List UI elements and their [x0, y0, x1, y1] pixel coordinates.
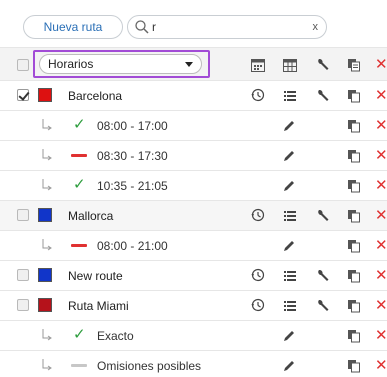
history-icon[interactable]: [251, 208, 265, 222]
route-row[interactable]: Mallorca ✕: [0, 200, 387, 230]
wrench-icon[interactable]: [316, 269, 330, 283]
search-input[interactable]: [152, 19, 302, 35]
delete-icon[interactable]: ✕: [375, 118, 387, 133]
chevron-down-icon: [185, 62, 193, 67]
copy-icon[interactable]: [347, 149, 361, 163]
search-box[interactable]: x: [127, 15, 327, 39]
pencil-icon[interactable]: [282, 359, 296, 373]
pencil-icon[interactable]: [282, 239, 296, 253]
schedule-row[interactable]: 08:30 - 17:30 ✕: [0, 140, 387, 170]
pencil-icon[interactable]: [282, 329, 296, 343]
copy-icon[interactable]: [347, 359, 361, 373]
wrench-icon[interactable]: [316, 299, 330, 313]
copy-icon[interactable]: [347, 179, 361, 193]
schedule-row[interactable]: 08:00 - 21:00 ✕: [0, 230, 387, 260]
calendar-icon[interactable]: [251, 58, 265, 72]
delete-icon[interactable]: ✕: [375, 208, 387, 223]
sub-item-arrow-icon: [42, 239, 52, 251]
new-route-button[interactable]: Nueva ruta: [23, 15, 123, 39]
copy-icon[interactable]: [347, 269, 361, 283]
schedule-row[interactable]: ✓ 08:00 - 17:00 ✕: [0, 110, 387, 140]
status-neutral-icon: [71, 364, 87, 367]
delete-icon[interactable]: ✕: [375, 268, 387, 283]
route-color-swatch[interactable]: [38, 298, 52, 312]
copy-icon[interactable]: [347, 119, 361, 133]
delete-icon[interactable]: ✕: [375, 238, 387, 253]
pencil-icon[interactable]: [282, 149, 296, 163]
route-color-swatch[interactable]: [38, 268, 52, 282]
table-header-row: Horarios ✕: [0, 47, 387, 80]
list-icon[interactable]: [283, 269, 297, 283]
schedule-time: 08:00 - 17:00: [97, 119, 168, 133]
schedule-row[interactable]: ✓ 10:35 - 21:05 ✕: [0, 170, 387, 200]
view-mode-dropdown[interactable]: Horarios: [39, 54, 202, 74]
schedule-time: 10:35 - 21:05: [97, 179, 168, 193]
route-row[interactable]: Ruta Miami ✕: [0, 290, 387, 320]
route-checkbox[interactable]: [17, 89, 29, 101]
sub-item-arrow-icon: [42, 359, 52, 371]
schedule-row[interactable]: Omisiones posibles ✕: [0, 350, 387, 377]
route-color-swatch[interactable]: [38, 88, 52, 102]
route-checkbox[interactable]: [17, 299, 29, 311]
delete-icon[interactable]: ✕: [375, 148, 387, 163]
route-name: Mallorca: [68, 209, 114, 223]
route-name: Ruta Miami: [68, 299, 129, 313]
history-icon[interactable]: [251, 268, 265, 282]
copy-icon[interactable]: [347, 58, 361, 72]
status-ok-icon: ✓: [73, 176, 86, 193]
history-icon[interactable]: [251, 298, 265, 312]
history-icon[interactable]: [251, 88, 265, 102]
copy-icon[interactable]: [347, 89, 361, 103]
route-checkbox[interactable]: [17, 209, 29, 221]
table-grid-icon[interactable]: [283, 58, 297, 72]
route-name: Barcelona: [68, 89, 123, 103]
delete-icon[interactable]: ✕: [375, 358, 387, 373]
pencil-icon[interactable]: [282, 179, 296, 193]
status-error-icon: [71, 244, 87, 247]
view-mode-selected: Horarios: [48, 57, 94, 71]
pencil-icon[interactable]: [282, 119, 296, 133]
wrench-icon[interactable]: [316, 209, 330, 223]
schedule-time: 08:00 - 21:00: [97, 239, 168, 253]
schedule-row[interactable]: ✓ Exacto ✕: [0, 320, 387, 350]
list-icon[interactable]: [283, 209, 297, 223]
route-color-swatch[interactable]: [38, 208, 52, 222]
status-ok-icon: ✓: [73, 326, 86, 343]
search-icon: [135, 20, 149, 34]
delete-all-icon[interactable]: ✕: [375, 57, 387, 72]
select-all-checkbox[interactable]: [17, 59, 29, 71]
status-ok-icon: ✓: [73, 116, 86, 133]
route-row[interactable]: New route ✕: [0, 260, 387, 290]
list-icon[interactable]: [283, 299, 297, 313]
copy-icon[interactable]: [347, 239, 361, 253]
schedule-time: 08:30 - 17:30: [97, 149, 168, 163]
copy-icon[interactable]: [347, 209, 361, 223]
sub-item-arrow-icon: [42, 149, 52, 161]
delete-icon[interactable]: ✕: [375, 88, 387, 103]
toolbar: Nueva ruta x: [0, 0, 387, 47]
list-icon[interactable]: [283, 89, 297, 103]
sub-item-arrow-icon: [42, 329, 52, 341]
status-error-icon: [71, 154, 87, 157]
schedule-label: Exacto: [97, 329, 134, 343]
route-row[interactable]: Barcelona ✕: [0, 80, 387, 110]
wrench-icon[interactable]: [316, 58, 330, 72]
wrench-icon[interactable]: [316, 89, 330, 103]
delete-icon[interactable]: ✕: [375, 298, 387, 313]
route-checkbox[interactable]: [17, 269, 29, 281]
delete-icon[interactable]: ✕: [375, 178, 387, 193]
sub-item-arrow-icon: [42, 119, 52, 131]
copy-icon[interactable]: [347, 329, 361, 343]
sub-item-arrow-icon: [42, 179, 52, 191]
clear-search-icon[interactable]: x: [313, 21, 319, 33]
routes-panel: Nueva ruta x Horarios: [0, 0, 387, 377]
copy-icon[interactable]: [347, 299, 361, 313]
route-name: New route: [68, 269, 123, 283]
delete-icon[interactable]: ✕: [375, 328, 387, 343]
schedule-label: Omisiones posibles: [97, 359, 202, 373]
